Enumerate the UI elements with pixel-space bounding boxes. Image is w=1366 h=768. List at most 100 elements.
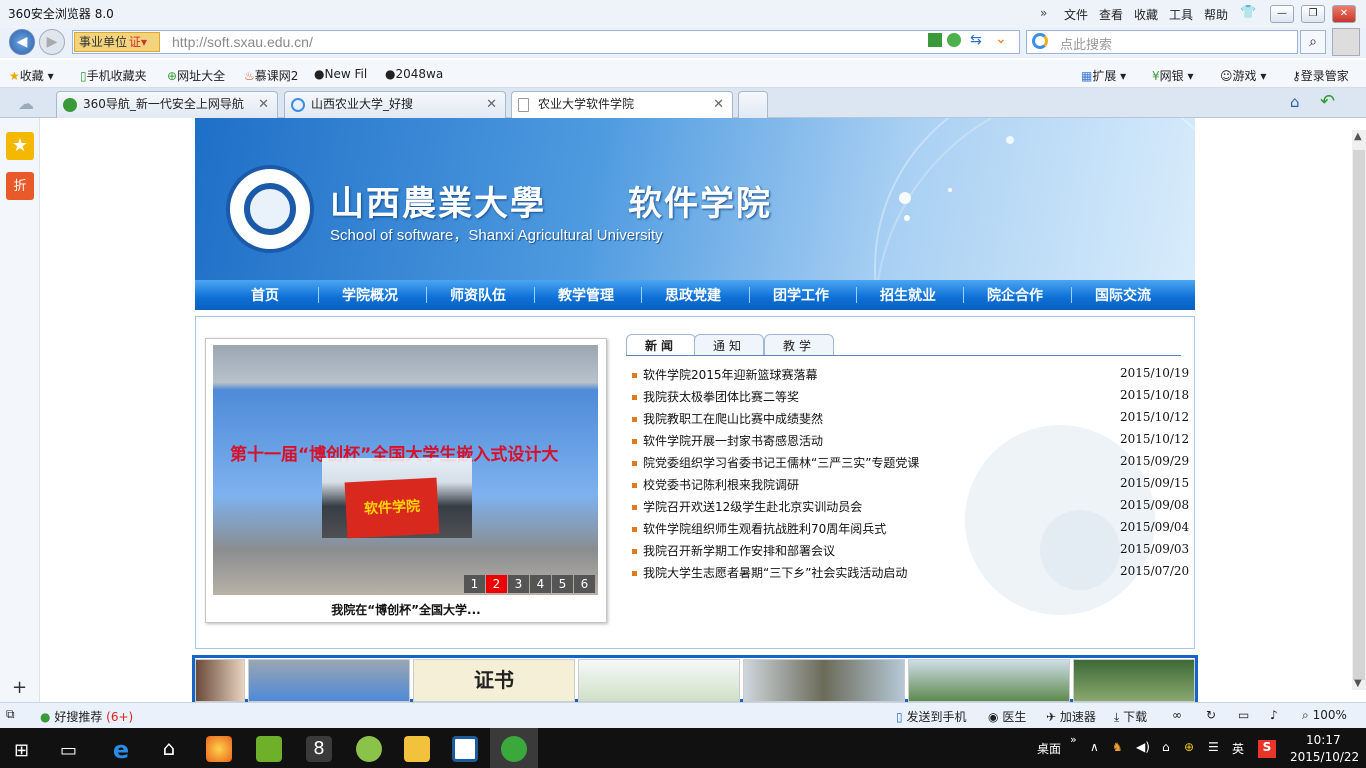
360-browser-icon[interactable] [501, 736, 527, 762]
send-to-phone[interactable]: ▯ 发送到手机 [896, 708, 966, 725]
app-icon[interactable] [452, 736, 478, 762]
bookmark-mobile[interactable]: ▯手机收藏夹 [80, 67, 147, 84]
url-text[interactable]: http://soft.sxau.edu.cn/ [172, 34, 313, 50]
forward-button[interactable]: ▶ [39, 29, 65, 55]
news-item[interactable]: 我院召开新学期工作安排和部署会议 [632, 542, 835, 559]
windows-start-icon[interactable]: ⊞ [14, 740, 29, 761]
menu-view[interactable]: 查看 [1099, 6, 1123, 23]
chevron-icon[interactable]: » [1070, 733, 1077, 746]
window-icon[interactable]: ▭ [1238, 708, 1249, 722]
bookmark-mooc[interactable]: ♨慕课网2 [244, 67, 298, 84]
extensions-menu[interactable]: ▦扩展 ▾ [1081, 67, 1126, 84]
menu-file[interactable]: 文件 [1064, 6, 1088, 23]
refresh-icon[interactable]: ⇆ [970, 32, 982, 48]
edge-icon[interactable]: e [108, 736, 134, 764]
tab-haosou[interactable]: 山西农业大学_好搜 ✕ [284, 91, 506, 118]
favorites-star-icon[interactable]: ★ [6, 132, 34, 160]
clock-time[interactable]: 10:17 [1306, 733, 1341, 747]
nav-overview[interactable]: 学院概况 [342, 285, 398, 305]
refresh-circle-icon[interactable]: ↻ [1206, 708, 1216, 722]
close-tab-icon[interactable]: ✕ [486, 92, 497, 117]
app-icon[interactable] [356, 736, 382, 762]
nav-international[interactable]: 国际交流 [1095, 285, 1151, 305]
page-icon[interactable]: ⧉ [6, 707, 15, 722]
search-icon[interactable]: ⌕ [1300, 30, 1326, 54]
strip-photo[interactable] [743, 659, 905, 702]
firefox-icon[interactable] [206, 736, 232, 762]
speaker-icon[interactable]: ◀) [1136, 740, 1150, 754]
strip-photo[interactable] [908, 659, 1070, 702]
doctor-tool[interactable]: ◉ 医生 [988, 708, 1026, 725]
back-button[interactable]: ◀ [9, 29, 35, 55]
news-item[interactable]: 我院大学生志愿者暑期“三下乡”社会实践活动启动 [632, 564, 907, 581]
ie-mode-icon[interactable] [947, 33, 961, 47]
nav-party[interactable]: 思政党建 [665, 285, 721, 305]
nav-home[interactable]: 首页 [251, 285, 279, 305]
ebank-menu[interactable]: ¥网银 ▾ [1152, 67, 1194, 84]
close-tab-icon[interactable]: ✕ [258, 92, 269, 117]
slide-caption[interactable]: 我院在“博创杯”全国大学... [205, 601, 607, 618]
360-guard-icon[interactable]: ⊕ [1184, 740, 1194, 754]
news-item[interactable]: 软件学院开展一封家书寄感恩活动 [632, 432, 823, 449]
haosou-logo-icon[interactable] [1032, 33, 1048, 49]
slide-page-1[interactable]: 1 [464, 575, 485, 593]
app-icon[interactable]: 8 [306, 736, 332, 762]
menu-tools[interactable]: 工具 [1169, 6, 1193, 23]
undo-icon[interactable]: ↶ [1320, 91, 1335, 112]
minimize-button[interactable]: — [1270, 5, 1294, 23]
bookmark-github-2[interactable]: ●2048wa [385, 67, 443, 81]
games-menu[interactable]: ☺游戏 ▾ [1220, 67, 1266, 84]
ime-indicator[interactable]: 英 [1232, 740, 1244, 757]
verified-badge[interactable]: 事业单位 证▾ [74, 32, 160, 52]
nav-youth[interactable]: 团学工作 [773, 285, 829, 305]
nav-admission[interactable]: 招生就业 [880, 285, 936, 305]
zoom-control[interactable]: ⌕ 100% [1302, 708, 1347, 723]
scroll-down-icon[interactable]: ▼ [1354, 678, 1362, 689]
file-explorer-icon[interactable] [404, 736, 430, 762]
login-manager[interactable]: ⚷登录管家 [1292, 67, 1349, 84]
sogou-ime-icon[interactable]: S [1258, 740, 1276, 758]
chevron-double-icon[interactable]: » [1040, 6, 1047, 20]
home-icon[interactable]: ⌂ [1290, 93, 1300, 111]
skin-icon[interactable]: 👕 [1240, 5, 1256, 20]
news-item[interactable]: 我院获太极拳团体比赛二等奖 [632, 388, 799, 405]
cloud-icon[interactable]: ☁ [18, 94, 34, 113]
network-icon[interactable]: ⌂ [1162, 740, 1170, 754]
slide-page-6[interactable]: 6 [574, 575, 595, 593]
search-placeholder[interactable]: 点此搜索 [1060, 34, 1112, 53]
close-tab-icon[interactable]: ✕ [713, 92, 724, 117]
scroll-up-icon[interactable]: ▲ [1354, 131, 1362, 142]
add-sidebar-icon[interactable]: + [12, 677, 27, 698]
tab-software-college[interactable]: 农业大学软件学院 ✕ [511, 91, 733, 118]
slide-page-4[interactable]: 4 [530, 575, 551, 593]
avatar[interactable] [1332, 28, 1360, 56]
nav-enterprise[interactable]: 院企合作 [987, 285, 1043, 305]
notification-icon[interactable]: ☰ [1208, 740, 1219, 754]
slide-page-2[interactable]: 2 [486, 575, 507, 593]
news-item[interactable]: 校党委书记陈利根来我院调研 [632, 476, 799, 493]
restore-button[interactable]: ❐ [1301, 5, 1325, 23]
menu-help[interactable]: 帮助 [1204, 6, 1228, 23]
menu-favorites[interactable]: 收藏 [1134, 6, 1158, 23]
tray-app-icon[interactable]: ♞ [1112, 740, 1123, 754]
qr-code-icon[interactable] [928, 33, 942, 47]
slide-page-3[interactable]: 3 [508, 575, 529, 593]
bookmark-sites[interactable]: ⊕网址大全 [167, 67, 225, 84]
accelerator-tool[interactable]: ✈ 加速器 [1046, 708, 1096, 725]
clock-date[interactable]: 2015/10/22 [1290, 750, 1359, 764]
tab-notices[interactable]: 通知 [694, 334, 764, 356]
strip-photo[interactable] [195, 659, 245, 702]
bookmark-favorites[interactable]: ★收藏 ▾ [9, 67, 54, 84]
strip-photo[interactable] [578, 659, 740, 702]
strip-photo[interactable] [1073, 659, 1195, 702]
nav-faculty[interactable]: 师资队伍 [450, 285, 506, 305]
volume-icon[interactable]: ♪ [1270, 708, 1278, 722]
news-item[interactable]: 我院教职工在爬山比赛中成绩斐然 [632, 410, 823, 427]
bookmark-github-1[interactable]: ●New Fil [314, 67, 367, 81]
download-tool[interactable]: ⤓ 下载 [1114, 708, 1147, 725]
news-item[interactable]: 软件学院2015年迎新篮球赛落幕 [632, 366, 818, 383]
recommend-link[interactable]: ● 好搜推荐 (6+) [40, 708, 133, 725]
tab-360-nav[interactable]: 360导航_新一代安全上网导航 ✕ [56, 91, 278, 118]
news-item[interactable]: 软件学院组织师生观看抗战胜利70周年阅兵式 [632, 520, 886, 537]
scrollbar-thumb[interactable] [1353, 150, 1365, 680]
